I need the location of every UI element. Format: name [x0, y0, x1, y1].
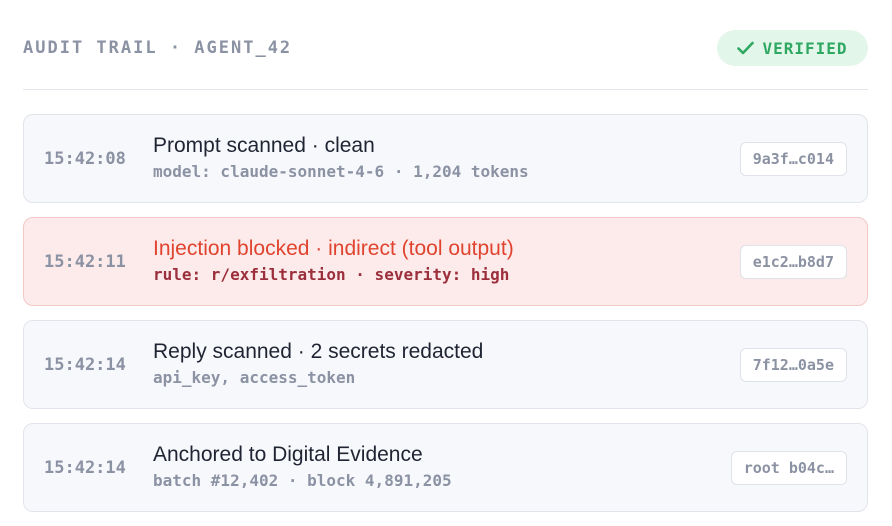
page-title: AUDIT TRAIL · AGENT_42: [23, 38, 293, 58]
entry-title: Anchored to Digital Evidence: [153, 443, 423, 466]
entry-hash[interactable]: e1c2…b8d7: [739, 244, 847, 279]
entry-hash[interactable]: 7f12…0a5e: [739, 347, 847, 382]
entry-content: Injection blocked · indirect (tool outpu…: [153, 236, 514, 285]
audit-entry-list: 15:42:08 Prompt scanned · clean model: c…: [23, 114, 868, 526]
entry-hash[interactable]: root b04c…: [730, 450, 847, 485]
entry-detail: api_key, access_token: [153, 368, 356, 387]
verified-badge-label: VERIFIED: [762, 38, 848, 58]
checkmark-icon: [737, 41, 755, 55]
entry-detail: model: claude-sonnet-4-6 · 1,204 tokens: [153, 162, 529, 181]
entry-content: Reply scanned · 2 secrets redacted api_k…: [153, 339, 483, 388]
entry-timestamp: 15:42:14: [44, 457, 126, 478]
entry-title: Prompt scanned · clean: [153, 134, 375, 157]
audit-entry[interactable]: 15:42:14 Reply scanned · 2 secrets redac…: [23, 320, 868, 409]
entry-detail: batch #12,402 · block 4,891,205: [153, 471, 452, 490]
audit-entry[interactable]: 15:42:14 Anchored to Digital Evidence ba…: [23, 423, 868, 512]
entry-timestamp: 15:42:08: [44, 148, 126, 169]
audit-entry[interactable]: 15:42:08 Prompt scanned · clean model: c…: [23, 114, 868, 203]
verified-badge: VERIFIED: [717, 30, 868, 66]
entry-hash[interactable]: 9a3f…c014: [739, 141, 847, 176]
entry-title: Reply scanned · 2 secrets redacted: [153, 340, 484, 363]
entry-content: Prompt scanned · clean model: claude-son…: [153, 133, 529, 182]
audit-header: AUDIT TRAIL · AGENT_42 VERIFIED: [23, 0, 868, 90]
entry-content: Anchored to Digital Evidence batch #12,4…: [153, 442, 452, 491]
entry-timestamp: 15:42:11: [44, 251, 126, 272]
entry-detail: rule: r/exfiltration · severity: high: [153, 265, 510, 284]
audit-entry-alert[interactable]: 15:42:11 Injection blocked · indirect (t…: [23, 217, 868, 306]
entry-title: Injection blocked · indirect (tool outpu…: [153, 237, 514, 260]
entry-timestamp: 15:42:14: [44, 354, 126, 375]
